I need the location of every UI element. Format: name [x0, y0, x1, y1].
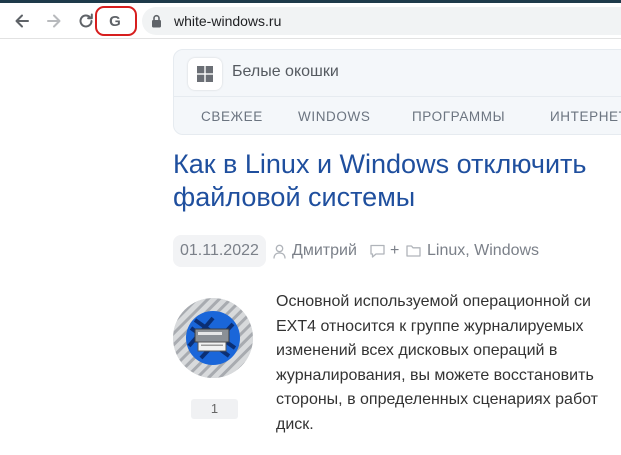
view-count-badge: 1 — [191, 399, 238, 419]
body-line: журналирования, вы можете восстановить — [276, 366, 594, 384]
folder-icon — [406, 245, 421, 257]
body-line: стороны, в определенных сценариях работ — [276, 391, 598, 408]
disk-image-icon — [173, 298, 253, 378]
url-text: white-windows.ru — [174, 13, 282, 29]
comment-icon — [370, 244, 385, 258]
body-line: Основной используемой операционной си — [276, 293, 591, 310]
site-logo[interactable] — [188, 58, 222, 90]
address-bar[interactable]: white-windows.ru — [142, 7, 621, 35]
site-name[interactable]: Белые окошки — [232, 63, 339, 81]
article-title: Как в Linux и Windows отключить файловой… — [173, 148, 621, 214]
article-title-line: файловой системы — [173, 182, 416, 212]
back-button[interactable] — [10, 9, 34, 33]
nav-item-fresh[interactable]: СВЕЖЕЕ — [201, 109, 263, 124]
article-title-line: Как в Linux и Windows отключить — [173, 149, 587, 179]
reload-icon — [79, 13, 93, 28]
browser-toolbar: G white-windows.ru — [0, 3, 621, 39]
lock-icon — [152, 14, 161, 28]
nav-item-internet[interactable]: ИНТЕРНЕТ — [550, 109, 621, 124]
post-date: 01.11.2022 — [173, 235, 266, 267]
comments-link[interactable]: + — [390, 242, 399, 260]
article-body: Основной используемой операционной си EX… — [276, 290, 621, 437]
arrow-right-icon — [47, 14, 61, 28]
highlight-annotation — [95, 6, 137, 36]
forward-button[interactable] — [42, 9, 66, 33]
body-line: изменений всех дисковых операций в — [276, 342, 558, 359]
site-nav: СВЕЖЕЕ WINDOWS ПРОГРАММЫ ИНТЕРНЕТ — [173, 96, 621, 134]
article-thumbnail — [173, 298, 253, 378]
arrow-left-icon — [15, 14, 29, 28]
body-line: диск. — [276, 415, 314, 433]
article-meta: 01.11.2022 Дмитрий + Linux, Windows — [173, 235, 621, 267]
nav-item-windows[interactable]: WINDOWS — [298, 109, 370, 124]
body-line: EXT4 относится к группе журналируемых — [276, 317, 584, 335]
windows-logo-icon — [197, 66, 213, 82]
user-icon — [273, 244, 286, 259]
author-link[interactable]: Дмитрий — [292, 242, 357, 260]
nav-item-programs[interactable]: ПРОГРАММЫ — [412, 109, 505, 124]
categories-link[interactable]: Linux, Windows — [427, 242, 539, 260]
